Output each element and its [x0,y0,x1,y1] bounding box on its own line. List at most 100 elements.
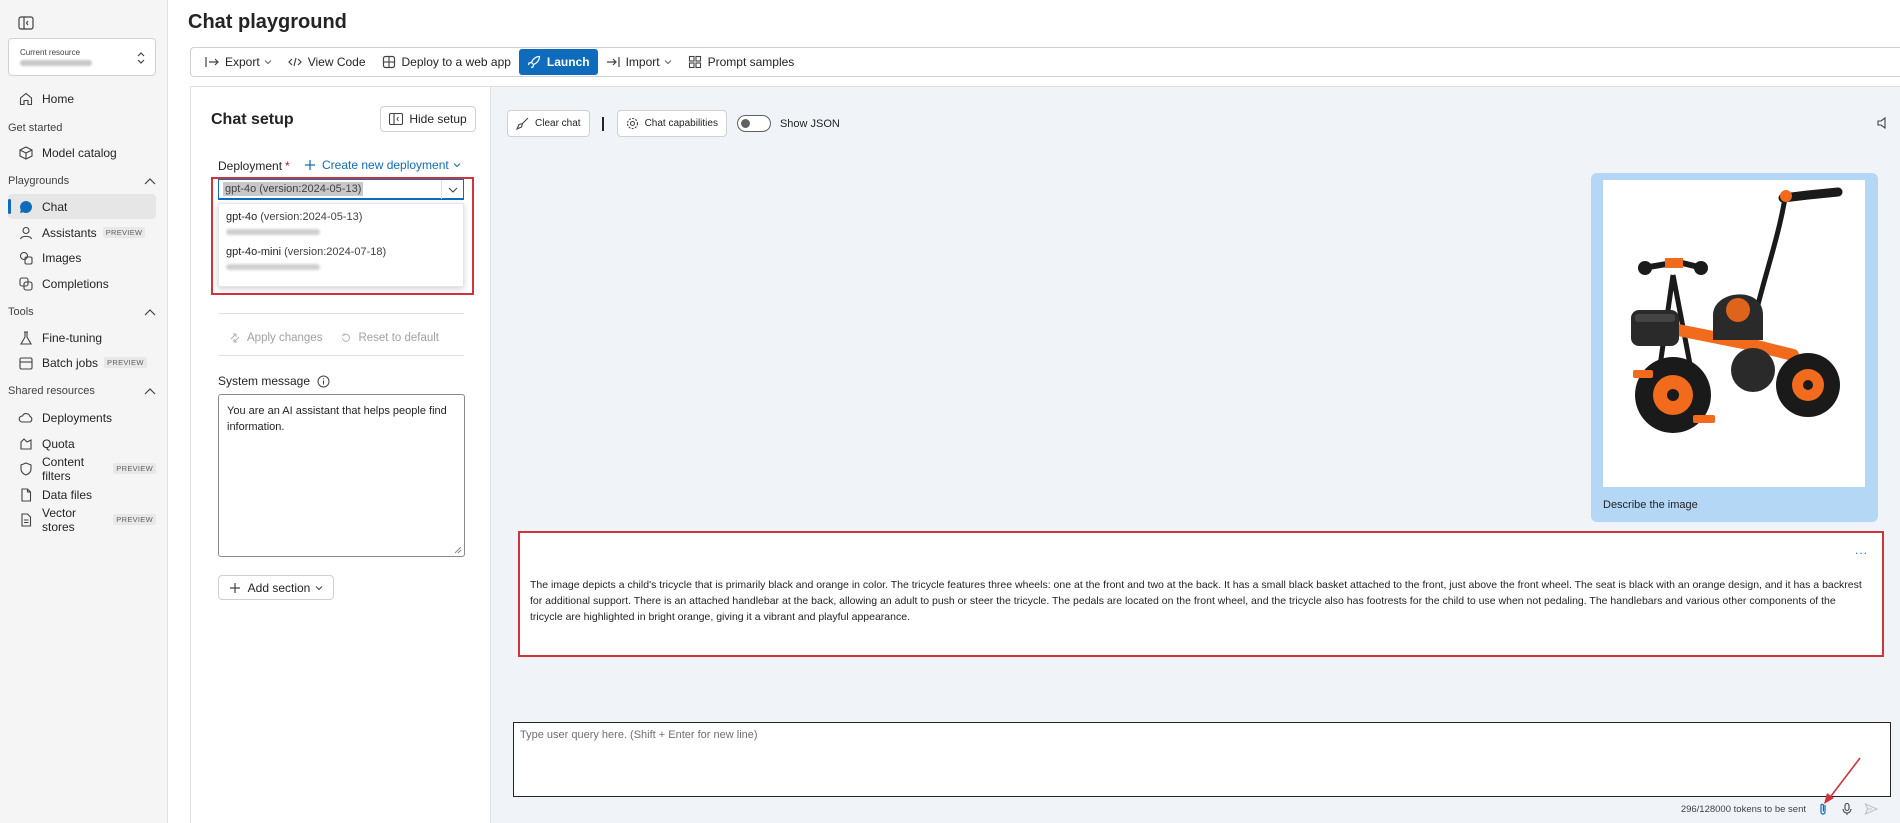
arrows-icon [230,333,240,343]
divider [218,355,464,356]
sidebar-item-vector-stores[interactable]: Vector stores PREVIEW [8,505,156,534]
create-deployment-link[interactable]: Create new deployment [304,158,461,172]
chevron-down-icon [664,60,671,65]
info-icon[interactable] [317,375,330,388]
panel-icon [389,113,404,125]
cloud-icon [18,410,34,426]
chat-icon [18,199,34,215]
sidebar-item-model-catalog[interactable]: Model catalog [8,140,156,165]
reset-default-button[interactable]: Reset to default [340,332,439,344]
plus-icon [229,582,240,593]
import-icon [606,57,620,67]
vector-store-icon [18,512,34,528]
toolbar-separator [601,116,604,131]
sidebar-item-assistants[interactable]: Assistants PREVIEW [8,220,156,245]
sidebar-item-chat[interactable]: Chat [8,194,156,219]
sidebar-item-label: Quota [42,436,75,451]
system-message-label: System message [218,374,330,388]
sidebar-item-batch-jobs[interactable]: Batch jobs PREVIEW [8,350,156,375]
launch-button[interactable]: Launch [518,49,598,75]
sidebar-item-label: Completions [42,276,109,291]
prompt-samples-button[interactable]: Prompt samples [680,49,803,75]
preview-badge: PREVIEW [104,357,147,368]
chevron-up-icon [144,309,156,316]
apply-changes-button[interactable]: Apply changes [229,332,322,344]
more-options-button[interactable]: ... [1855,543,1868,557]
sidebar-item-completions[interactable]: Completions [8,271,156,296]
current-resource-selector[interactable]: Current resource [8,38,156,76]
sidebar-item-label: Images [42,250,82,265]
broom-icon [516,117,529,130]
export-icon [205,57,219,67]
sidebar-item-images[interactable]: Images [8,245,156,270]
sidebar-item-label: Fine-tuning [42,330,103,345]
user-query-input[interactable]: Type user query here. (Shift + Enter for… [513,722,1891,797]
token-count: 296/128000 tokens to be sent [1680,803,1806,815]
sidebar-item-quota[interactable]: Quota [8,431,156,456]
user-message-text: Describe the image [1603,499,1698,511]
gear-icon [626,117,638,130]
export-button[interactable]: Export [197,49,280,75]
sidebar-item-label: Deployments [42,410,113,425]
assistant-icon [18,225,34,241]
sidebar-item-fine-tuning[interactable]: Fine-tuning [8,325,156,350]
user-query-placeholder: Type user query here. (Shift + Enter for… [520,729,758,741]
tricycle-illustration [1631,187,1843,433]
setup-actions: Apply changes Reset to default [229,332,439,344]
chevron-down-icon [264,60,272,65]
sidebar: Current resource Home Get started Model … [0,0,168,823]
section-shared-resources[interactable]: Shared resources [8,385,156,397]
current-resource-value-redacted [20,60,92,66]
chevron-down-icon [316,585,323,590]
import-button[interactable]: Import [598,49,680,75]
add-section-button[interactable]: Add section [218,575,334,600]
show-json-toggle[interactable] [736,115,771,132]
setup-title: Chat setup [211,111,294,128]
sidebar-item-label: Vector stores [42,505,77,534]
reset-icon [342,333,351,342]
file-icon [18,487,34,503]
rocket-icon [527,55,541,69]
sidebar-item-data-files[interactable]: Data files [8,482,156,507]
chat-setup-pane: Chat setup Hide setup Deployment * Create… [191,87,491,823]
sidebar-item-deployments[interactable]: Deployments [8,405,156,430]
plus-icon [305,160,315,170]
flask-icon [18,330,34,346]
view-code-button[interactable]: View Code [280,49,374,75]
clear-chat-button[interactable]: Clear chat [507,110,590,137]
shield-icon [18,461,34,477]
sidebar-item-label: Content filters [42,454,85,483]
hide-setup-button[interactable]: Hide setup [380,106,476,132]
preview-badge: PREVIEW [113,463,156,474]
main-toolbar: Export View Code Deploy to a web app Lau… [190,47,1900,77]
completions-icon [18,276,34,292]
user-message-card: Describe the image [1591,173,1878,522]
chat-toolbar: Clear chat Chat capabilities Show JSON [507,110,840,137]
chevron-down-icon [453,163,461,168]
sidebar-item-content-filters[interactable]: Content filters PREVIEW [8,454,156,483]
web-app-icon [382,55,395,69]
chat-capabilities-button[interactable]: Chat capabilities [616,110,727,137]
send-icon[interactable] [1864,802,1878,816]
deployment-label: Deployment * [218,159,290,173]
deploy-web-app-button[interactable]: Deploy to a web app [374,49,519,75]
show-json-label: Show JSON [779,117,840,130]
batch-icon [18,355,34,371]
chevron-up-icon [144,388,156,395]
cube-icon [18,145,34,161]
section-playgrounds[interactable]: Playgrounds [8,175,156,187]
sidebar-item-home[interactable]: Home [8,86,156,111]
tricycle-image[interactable] [1603,180,1865,487]
quota-icon [18,436,34,452]
preview-badge: PREVIEW [102,227,146,238]
highlight-box-deployment [211,177,474,295]
section-tools[interactable]: Tools [8,306,156,318]
sidebar-item-label: Batch jobs [42,355,99,370]
page-title: Chat playground [188,11,347,33]
collapse-sidebar-icon[interactable] [18,16,34,30]
preview-badge: PREVIEW [113,514,156,525]
speaker-icon[interactable] [1876,116,1890,130]
resize-handle-icon[interactable] [454,546,462,554]
current-resource-label: Current resource [20,48,81,57]
system-message-textarea[interactable]: You are an AI assistant that helps peopl… [218,394,465,557]
